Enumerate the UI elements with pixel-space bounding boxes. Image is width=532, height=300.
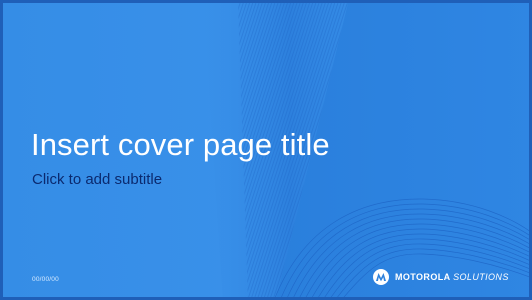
motorola-batwing-icon <box>373 269 389 285</box>
motorola-solutions-logo: MOTOROLA SOLUTIONS <box>373 269 509 285</box>
slide-date: 00/00/00 <box>32 276 59 283</box>
cover-title[interactable]: Insert cover page title <box>31 129 330 160</box>
brand-wordmark: MOTOROLA SOLUTIONS <box>395 272 509 282</box>
brand-name-bold: MOTOROLA <box>395 272 451 282</box>
cover-slide: Insert cover page title Click to add sub… <box>0 0 532 300</box>
cover-subtitle[interactable]: Click to add subtitle <box>32 172 162 187</box>
brand-name-light: SOLUTIONS <box>453 272 509 282</box>
